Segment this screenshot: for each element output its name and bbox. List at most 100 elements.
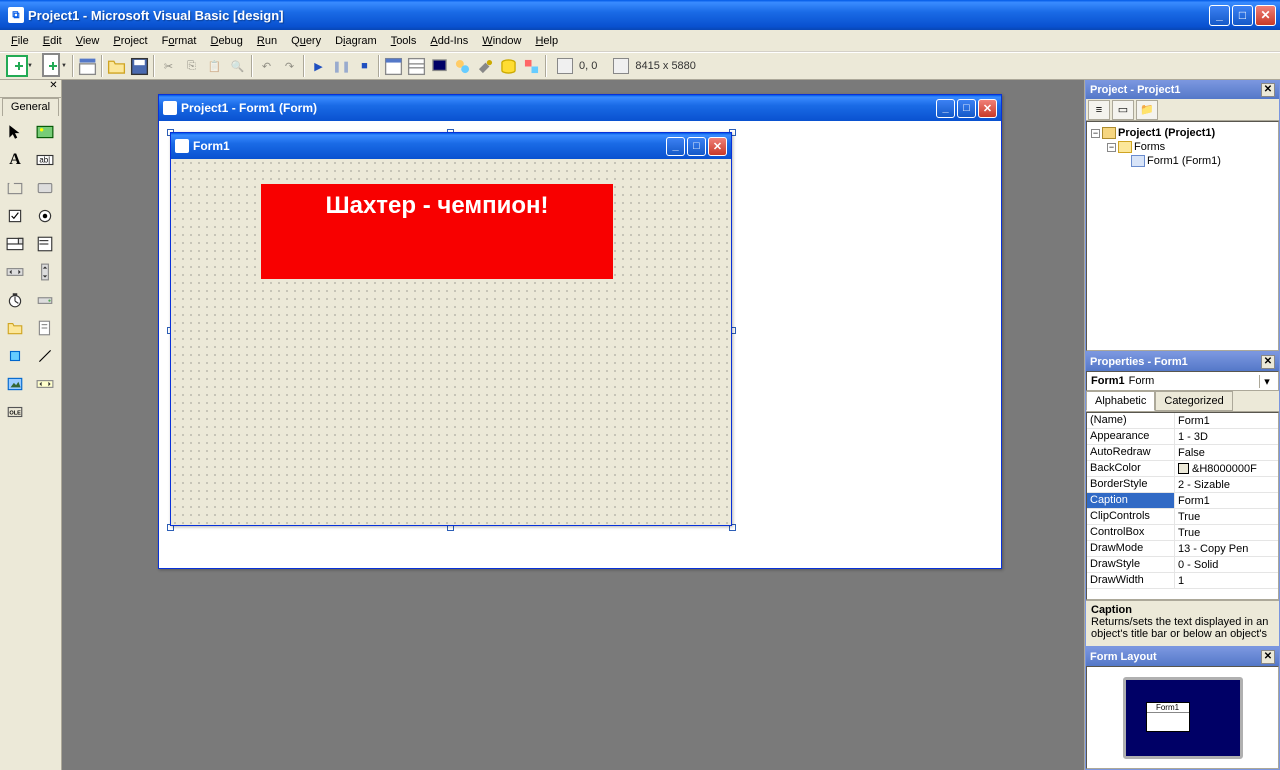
form-preview[interactable]: Form1 _ □ ✕ Шахтер - чемпион! [170, 132, 732, 526]
toggle-folders-button[interactable]: 📁 [1136, 100, 1158, 120]
layout-panel-close-button[interactable]: ✕ [1261, 650, 1275, 664]
form-designer-window[interactable]: Project1 - Form1 (Form) _ □ ✕ [158, 94, 1002, 569]
tab-alphabetic[interactable]: Alphabetic [1086, 391, 1155, 411]
menu-file[interactable]: File [4, 33, 36, 49]
checkbox-tool[interactable] [2, 204, 28, 228]
properties-button[interactable] [405, 55, 428, 77]
property-row[interactable]: BackColor&H8000000F [1087, 461, 1278, 477]
tab-categorized[interactable]: Categorized [1155, 391, 1232, 411]
project-explorer-button[interactable] [382, 55, 405, 77]
layout-preview[interactable]: Form1 [1086, 666, 1279, 769]
form-close-button[interactable]: ✕ [708, 137, 727, 156]
property-row[interactable]: BorderStyle2 - Sizable [1087, 477, 1278, 493]
undo-button[interactable]: ↶ [255, 55, 278, 77]
find-button[interactable]: 🔍 [226, 55, 249, 77]
property-row[interactable]: DrawWidth1 [1087, 573, 1278, 589]
copy-button[interactable]: ⎘ [180, 55, 203, 77]
paste-button[interactable]: 📋 [203, 55, 226, 77]
component-manager-button[interactable] [520, 55, 543, 77]
property-row[interactable]: Appearance1 - 3D [1087, 429, 1278, 445]
designer-minimize-button[interactable]: _ [936, 99, 955, 118]
cut-button[interactable]: ✂ [157, 55, 180, 77]
form-titlebar[interactable]: Form1 _ □ ✕ [171, 133, 731, 159]
property-row[interactable]: ControlBoxTrue [1087, 525, 1278, 541]
break-button[interactable]: ❚❚ [330, 55, 353, 77]
start-button[interactable]: ▶ [307, 55, 330, 77]
filelistbox-tool[interactable] [32, 316, 58, 340]
open-button[interactable] [105, 55, 128, 77]
menu-debug[interactable]: Debug [203, 33, 249, 49]
picturebox-tool[interactable] [32, 120, 58, 144]
designer-close-button[interactable]: ✕ [978, 99, 997, 118]
property-row[interactable]: DrawStyle0 - Solid [1087, 557, 1278, 573]
data-tool[interactable] [32, 372, 58, 396]
form-maximize-button[interactable]: □ [687, 137, 706, 156]
property-row[interactable]: ClipControlsTrue [1087, 509, 1278, 525]
expand-icon[interactable]: − [1091, 129, 1100, 138]
data-view-button[interactable] [497, 55, 520, 77]
toolbox-tab-general[interactable]: General [2, 98, 59, 116]
form-minimize-button[interactable]: _ [666, 137, 685, 156]
save-button[interactable] [128, 55, 151, 77]
designer-titlebar[interactable]: Project1 - Form1 (Form) _ □ ✕ [159, 95, 1001, 121]
form-layout-button[interactable] [428, 55, 451, 77]
designer-maximize-button[interactable]: □ [957, 99, 976, 118]
menu-view[interactable]: View [69, 33, 107, 49]
property-row[interactable]: DrawMode13 - Copy Pen [1087, 541, 1278, 557]
menu-window[interactable]: Window [475, 33, 528, 49]
expand-icon[interactable]: − [1107, 143, 1116, 152]
label-control[interactable]: Шахтер - чемпион! [261, 184, 613, 279]
view-code-button[interactable]: ≡ [1088, 100, 1110, 120]
textbox-tool[interactable]: ab| [32, 148, 58, 172]
view-object-button[interactable]: ▭ [1112, 100, 1134, 120]
form-canvas[interactable]: Шахтер - чемпион! [171, 159, 731, 525]
menu-query[interactable]: Query [284, 33, 328, 49]
project-root-node[interactable]: Project1 (Project1) [1118, 127, 1215, 139]
project-panel-close-button[interactable]: ✕ [1261, 83, 1275, 97]
project-tree[interactable]: −Project1 (Project1) −Forms Form1 (Form1… [1086, 121, 1279, 351]
timer-tool[interactable] [2, 288, 28, 312]
commandbutton-tool[interactable] [32, 176, 58, 200]
property-row[interactable]: AutoRedrawFalse [1087, 445, 1278, 461]
menu-editor-button[interactable] [76, 55, 99, 77]
end-button[interactable]: ■ [353, 55, 376, 77]
maximize-button[interactable]: □ [1232, 5, 1253, 26]
drivelistbox-tool[interactable] [32, 288, 58, 312]
vscrollbar-tool[interactable] [32, 260, 58, 284]
object-browser-button[interactable] [451, 55, 474, 77]
menu-help[interactable]: Help [528, 33, 565, 49]
add-item-button[interactable] [36, 55, 70, 77]
optionbutton-tool[interactable] [32, 204, 58, 228]
dirlistbox-tool[interactable] [2, 316, 28, 340]
hscrollbar-tool[interactable] [2, 260, 28, 284]
properties-grid[interactable]: (Name)Form1Appearance1 - 3DAutoRedrawFal… [1086, 412, 1279, 600]
minimize-button[interactable]: _ [1209, 5, 1230, 26]
properties-panel-close-button[interactable]: ✕ [1261, 355, 1275, 369]
toolbox-button[interactable] [474, 55, 497, 77]
object-selector[interactable]: Form1 Form ▾ [1086, 371, 1279, 391]
form-node[interactable]: Form1 (Form1) [1147, 155, 1221, 167]
frame-tool[interactable] [2, 176, 28, 200]
image-tool[interactable] [2, 372, 28, 396]
menu-run[interactable]: Run [250, 33, 284, 49]
pointer-tool[interactable] [2, 120, 28, 144]
line-tool[interactable] [32, 344, 58, 368]
menu-edit[interactable]: Edit [36, 33, 69, 49]
property-row[interactable]: (Name)Form1 [1087, 413, 1278, 429]
redo-button[interactable]: ↷ [278, 55, 301, 77]
menu-addins[interactable]: Add-Ins [423, 33, 475, 49]
property-row[interactable]: CaptionForm1 [1087, 493, 1278, 509]
menu-diagram[interactable]: Diagram [328, 33, 384, 49]
menu-tools[interactable]: Tools [384, 33, 424, 49]
dropdown-icon[interactable]: ▾ [1259, 375, 1274, 388]
add-project-button[interactable] [2, 55, 36, 77]
shape-tool[interactable] [2, 344, 28, 368]
mini-form[interactable]: Form1 [1146, 702, 1190, 732]
ole-tool[interactable]: OLE [2, 400, 28, 424]
forms-folder-node[interactable]: Forms [1134, 141, 1165, 153]
menu-project[interactable]: Project [106, 33, 154, 49]
close-button[interactable]: ✕ [1255, 5, 1276, 26]
combobox-tool[interactable] [2, 232, 28, 256]
toolbox-close-button[interactable]: ✕ [46, 80, 61, 97]
label-tool[interactable]: A [2, 148, 28, 172]
